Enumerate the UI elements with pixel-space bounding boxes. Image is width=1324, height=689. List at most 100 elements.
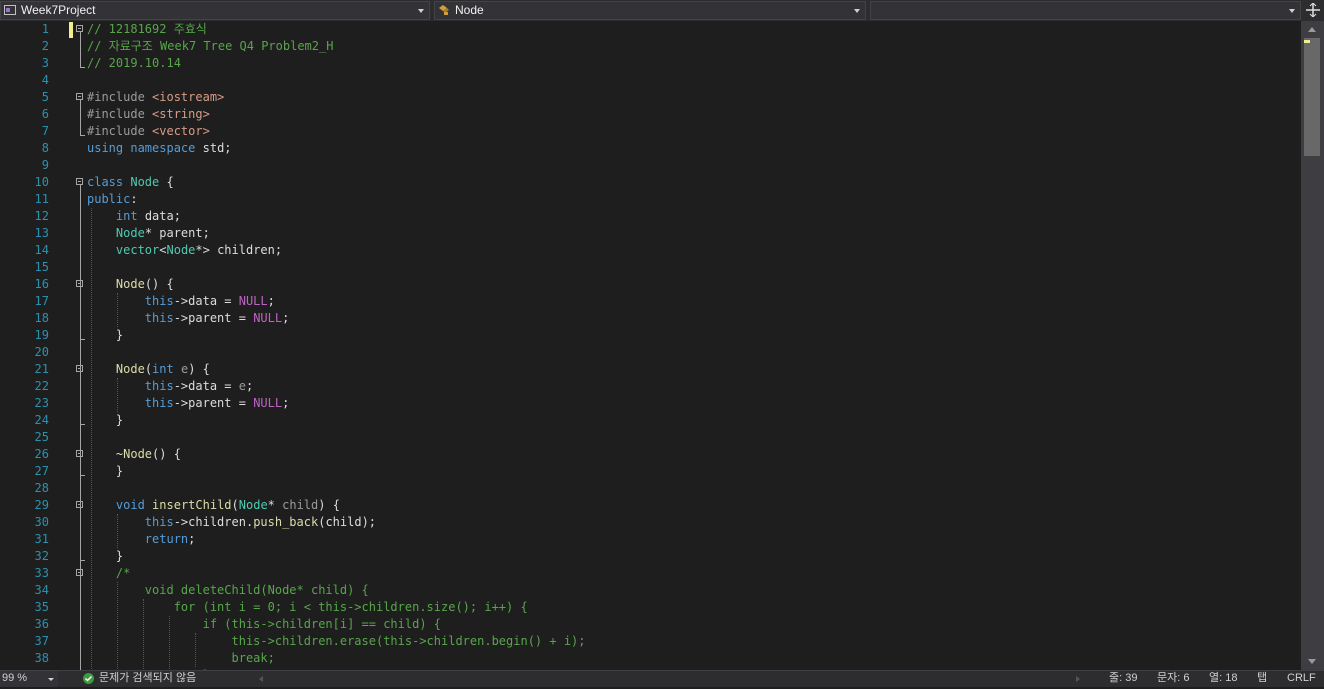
code-line[interactable]: 34 void deleteChild(Node* child) { [0, 582, 1301, 599]
chevron-down-icon[interactable] [48, 678, 54, 681]
code-line[interactable]: 35 for (int i = 0; i < this->children.si… [0, 599, 1301, 616]
chevron-down-icon[interactable] [418, 9, 424, 13]
code-line[interactable]: 29 void insertChild(Node* child) { [0, 497, 1301, 514]
code-text: void insertChild(Node* child) { [115, 498, 340, 512]
line-number: 9 [41, 158, 49, 172]
line-number: 23 [34, 396, 49, 410]
code-line[interactable]: 28 [0, 480, 1301, 497]
code-line[interactable]: 24 } [0, 412, 1301, 429]
line-number: 18 [34, 311, 49, 325]
chevron-down-icon[interactable] [854, 9, 860, 13]
code-line[interactable]: 33 /* [0, 565, 1301, 582]
fold-outline [80, 32, 81, 68]
project-icon [4, 5, 16, 15]
code-line[interactable]: 32 } [0, 548, 1301, 565]
code-text: this->children.erase(this->children.begi… [87, 634, 586, 648]
scroll-right-icon[interactable] [1076, 676, 1080, 682]
code-line[interactable]: 15 [0, 259, 1301, 276]
scroll-up-icon[interactable] [1308, 27, 1316, 32]
check-circle-icon [83, 673, 94, 684]
chevron-down-icon[interactable] [1289, 9, 1295, 13]
code-editor[interactable]: 1 // 12181692 주효식 2 // 자료구조 Week7 Tree Q4 P… [0, 21, 1301, 670]
code-line[interactable]: 36 if (this->children[i] == child) { [0, 616, 1301, 633]
code-text: Node* parent; [115, 226, 210, 240]
zoom-level: 99 % [2, 672, 28, 684]
code-text: } [87, 549, 124, 563]
code-line[interactable]: 7 #include <vector> [0, 123, 1301, 140]
line-number: 28 [34, 481, 49, 495]
indent-guide [117, 378, 118, 412]
line-number: 21 [34, 362, 49, 376]
code-line[interactable]: 22 this->data = e; [0, 378, 1301, 395]
code-line[interactable]: 11 public: [0, 191, 1301, 208]
scroll-down-icon[interactable] [1308, 659, 1316, 664]
collapse-toggle-icon[interactable] [76, 178, 83, 185]
code-line[interactable]: 4 [0, 72, 1301, 89]
split-icon [1306, 3, 1320, 17]
symbol-dropdown[interactable]: Node [434, 1, 866, 20]
line-indicator[interactable]: 줄: 39 [1109, 671, 1137, 686]
scroll-left-icon[interactable] [259, 676, 263, 682]
code-line[interactable]: 5 #include <iostream> [0, 89, 1301, 106]
code-line[interactable]: 2 // 자료구조 Week7 Tree Q4 Problem2_H [0, 38, 1301, 55]
line-number: 33 [34, 566, 49, 580]
code-text: // 12181692 주효식 [87, 22, 207, 36]
line-number: 5 [41, 90, 49, 104]
fold-end-mark [80, 424, 85, 425]
member-dropdown[interactable] [870, 1, 1301, 20]
issues-status[interactable]: 문제가 검색되지 않음 [99, 671, 196, 686]
line-number: 38 [34, 651, 49, 665]
collapse-toggle-icon[interactable] [76, 93, 83, 100]
line-number: 16 [34, 277, 49, 291]
code-line[interactable]: 27 } [0, 463, 1301, 480]
line-number: 3 [41, 56, 49, 70]
code-text: using namespace std; [87, 141, 232, 155]
scroll-change-marker [1304, 40, 1310, 43]
code-line[interactable]: 17 this->data = NULL; [0, 293, 1301, 310]
column-indicator[interactable]: 열: 18 [1209, 671, 1237, 686]
zoom-dropdown[interactable]: 99 % [0, 671, 58, 687]
vertical-scrollbar[interactable] [1301, 21, 1324, 670]
line-ending-indicator[interactable]: CRLF [1287, 671, 1316, 686]
code-text: ~Node() { [87, 447, 181, 461]
line-number: 27 [34, 464, 49, 478]
collapse-toggle-icon[interactable] [76, 25, 83, 32]
code-text: // 2019.10.14 [87, 56, 181, 70]
line-number: 14 [34, 243, 49, 257]
code-line[interactable]: 10 class Node { [0, 174, 1301, 191]
code-text: } [87, 413, 124, 427]
fold-end-mark [80, 560, 85, 561]
code-line[interactable]: 19 } [0, 327, 1301, 344]
code-line[interactable]: 18 this->parent = NULL; [0, 310, 1301, 327]
code-line[interactable]: 14 vector<Node*> children; [0, 242, 1301, 259]
code-text: /* [87, 566, 131, 580]
code-line[interactable]: 1 // 12181692 주효식 [0, 21, 1301, 38]
line-number: 11 [34, 192, 49, 206]
code-text: #include <string> [87, 107, 210, 121]
code-line[interactable]: 16 Node() { [0, 276, 1301, 293]
line-number: 20 [34, 345, 49, 359]
code-line[interactable]: 21 Node(int e) { [0, 361, 1301, 378]
code-line[interactable]: 26 ~Node() { [0, 446, 1301, 463]
char-indicator[interactable]: 문자: 6 [1157, 671, 1189, 686]
code-line[interactable]: 12 int data; [0, 208, 1301, 225]
code-line[interactable]: 8 using namespace std; [0, 140, 1301, 157]
code-line[interactable]: 25 [0, 429, 1301, 446]
split-window-button[interactable] [1302, 0, 1324, 21]
code-line[interactable]: 3 // 2019.10.14 [0, 55, 1301, 72]
code-line[interactable]: 13 Node* parent; [0, 225, 1301, 242]
code-line[interactable]: 9 [0, 157, 1301, 174]
code-line[interactable]: 20 [0, 344, 1301, 361]
line-number: 4 [41, 73, 49, 87]
code-line[interactable]: 31 return; [0, 531, 1301, 548]
tab-indicator[interactable]: 탭 [1257, 671, 1267, 686]
code-text: vector<Node*> children; [115, 243, 283, 257]
indent-guide [117, 582, 118, 670]
code-line[interactable]: 30 this->children.push_back(child); [0, 514, 1301, 531]
line-number: 15 [34, 260, 49, 274]
code-line[interactable]: 23 this->parent = NULL; [0, 395, 1301, 412]
scrollbar-thumb[interactable] [1304, 38, 1320, 156]
project-dropdown[interactable]: Week7Project [0, 1, 430, 20]
code-line[interactable]: 6 #include <string> [0, 106, 1301, 123]
code-text: class Node { [87, 175, 174, 189]
